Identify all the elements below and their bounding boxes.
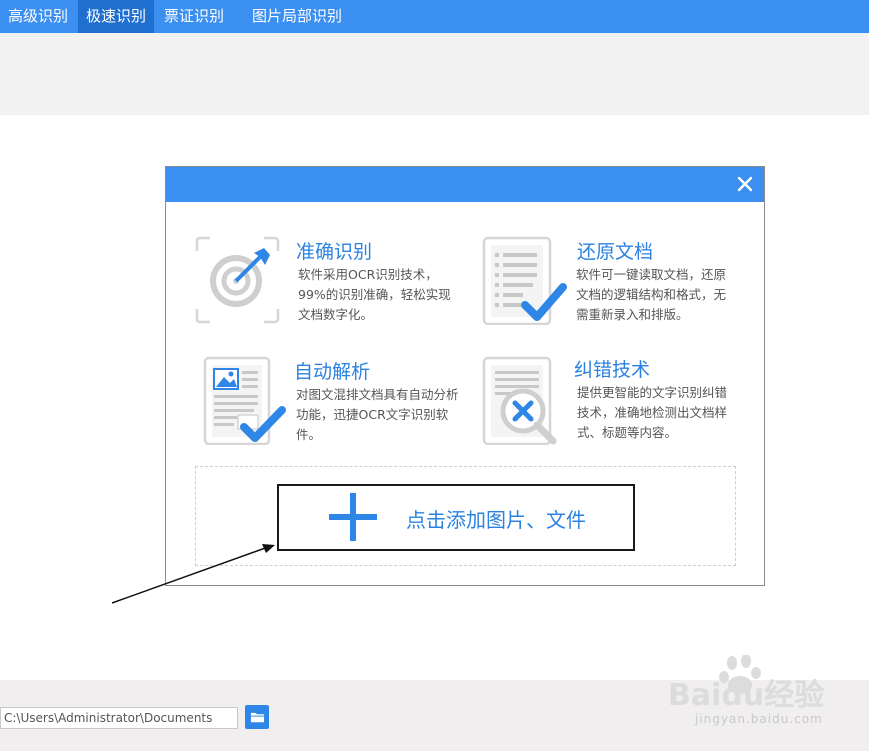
app-window: 高级识别 极速识别 票证识别 图片局部识别 准确识别 软件采用OCR识别技术，9…	[0, 0, 869, 751]
feature-error-correction: 纠错技术 提供更智能的文字识别纠错技术，准确地检测出文档样式、标题等内容。	[481, 355, 751, 455]
feature-accurate-recognition: 准确识别 软件采用OCR识别技术，99%的识别准确，轻松实现文档数字化。	[194, 235, 464, 335]
feature-restore-document: 还原文档 软件可一键读取文档，还原文档的逻辑结构和格式，无需重新录入和排版。	[481, 235, 751, 335]
feature-auto-parse: 自动解析 对图文混排文档具有自动分析功能，迅捷OCR文字识别软件。	[202, 355, 472, 455]
file-drop-zone[interactable]: 点击添加图片、文件	[195, 466, 736, 566]
feature-description: 对图文混排文档具有自动分析功能，迅捷OCR文字识别软件。	[296, 387, 459, 442]
feature-title: 准确识别	[296, 241, 373, 263]
feature-title: 纠错技术	[574, 359, 651, 381]
toolbar-strip	[0, 33, 869, 115]
document-check-icon	[482, 236, 567, 325]
tab-ticket-recognition[interactable]: 票证识别	[156, 0, 232, 33]
tab-advanced-recognition[interactable]: 高级识别	[0, 0, 76, 33]
feature-description: 软件可一键读取文档，还原文档的逻辑结构和格式，无需重新录入和排版。	[576, 267, 727, 322]
watermark-logo-text: Baidu经验	[668, 678, 824, 713]
folder-icon	[250, 712, 264, 722]
feature-title: 自动解析	[294, 361, 371, 383]
document-magnifier-error-icon	[482, 356, 557, 445]
intro-dialog: 准确识别 软件采用OCR识别技术，99%的识别准确，轻松实现文档数字化。 还原文…	[165, 166, 765, 586]
close-icon[interactable]	[734, 173, 756, 195]
add-image-file-button[interactable]: 点击添加图片、文件	[277, 484, 635, 551]
dialog-header	[166, 167, 764, 202]
tab-image-partial-recognition[interactable]: 图片局部识别	[244, 0, 350, 33]
image-document-check-icon	[203, 356, 286, 445]
mode-tab-bar: 高级识别 极速识别 票证识别 图片局部识别	[0, 0, 869, 33]
target-icon	[195, 236, 280, 324]
plus-icon	[329, 493, 377, 541]
feature-title: 还原文档	[577, 241, 654, 263]
output-path-input[interactable]	[0, 707, 238, 729]
browse-folder-button[interactable]	[245, 705, 269, 729]
feature-description: 软件采用OCR识别技术，99%的识别准确，轻松实现文档数字化。	[298, 267, 451, 322]
feature-description: 提供更智能的文字识别纠错技术，准确地检测出文档样式、标题等内容。	[577, 385, 728, 440]
add-image-file-label: 点击添加图片、文件	[406, 508, 586, 532]
tab-fast-recognition[interactable]: 极速识别	[78, 0, 155, 33]
watermark-url: jingyan.baidu.com	[695, 712, 823, 726]
